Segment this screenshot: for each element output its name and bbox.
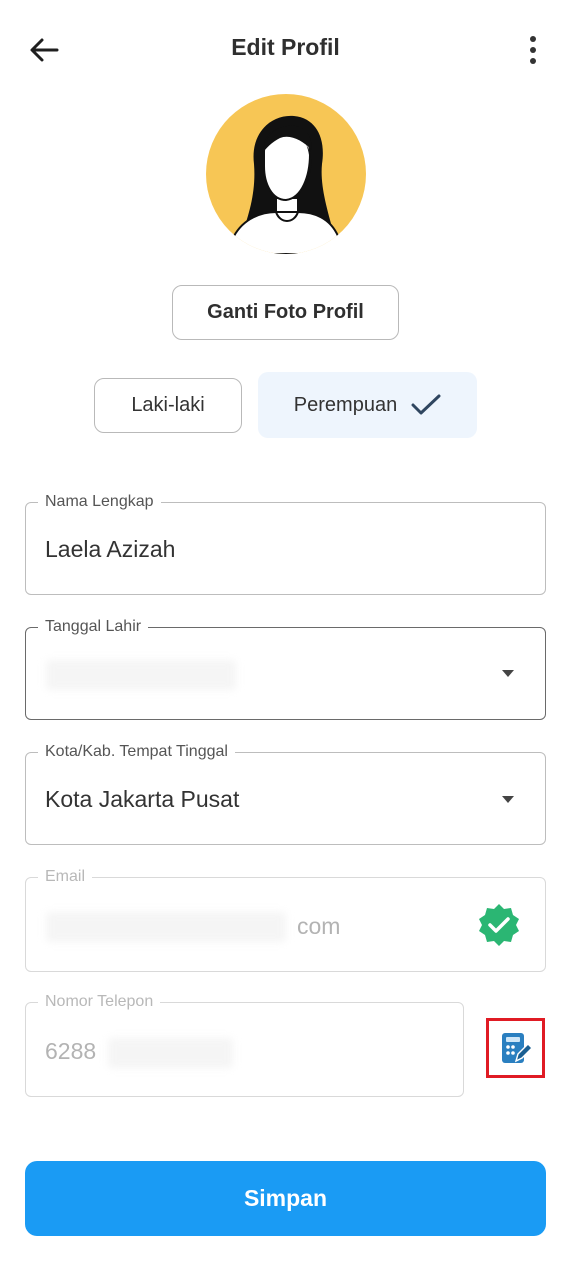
redacted-email [46, 912, 286, 942]
redacted-phone [108, 1038, 233, 1068]
check-icon [411, 394, 441, 415]
woman-avatar-icon [233, 115, 339, 254]
email-value-suffix: com [297, 913, 341, 939]
gender-male-label: Laki-laki [131, 394, 205, 416]
gender-female-label: Perempuan [293, 393, 398, 416]
top-bar: Edit Profil [0, 0, 571, 100]
email-field: Email com [25, 866, 546, 972]
city-field[interactable]: Kota/Kab. Tempat Tinggal Kota Jakarta Pu… [25, 741, 546, 845]
name-field-label: Nama Lengkap [38, 491, 161, 513]
birthdate-field-label: Tanggal Lahir [38, 616, 149, 638]
gender-male-option[interactable]: Laki-laki [94, 378, 242, 433]
birthdate-field[interactable]: Tanggal Lahir [25, 616, 546, 720]
phone-field-label: Nomor Telepon [38, 991, 161, 1013]
city-field-label: Kota/Kab. Tempat Tinggal [38, 741, 235, 763]
more-vertical-icon [530, 36, 536, 42]
email-field-label: Email [38, 866, 93, 888]
phone-edit-button[interactable] [486, 1018, 545, 1078]
chevron-down-icon [502, 796, 514, 803]
chevron-down-icon [502, 670, 514, 677]
change-photo-button[interactable]: Ganti Foto Profil [172, 285, 399, 340]
phone-edit-icon [501, 1033, 533, 1063]
name-field[interactable]: Nama Lengkap Laela Azizah [25, 491, 546, 595]
phone-value-prefix: 6288 [45, 1038, 97, 1064]
redacted-birthdate [46, 660, 236, 690]
save-button[interactable]: Simpan [25, 1161, 546, 1236]
name-input-value: Laela Azizah [45, 536, 176, 562]
avatar[interactable] [206, 94, 366, 254]
more-options-button[interactable] [516, 30, 550, 70]
page-title: Edit Profil [231, 34, 340, 60]
phone-field: Nomor Telepon 6288 [25, 991, 464, 1097]
gender-female-option[interactable]: Perempuan [258, 372, 477, 438]
verified-badge-icon [479, 904, 519, 946]
city-select-value: Kota Jakarta Pusat [45, 786, 240, 812]
